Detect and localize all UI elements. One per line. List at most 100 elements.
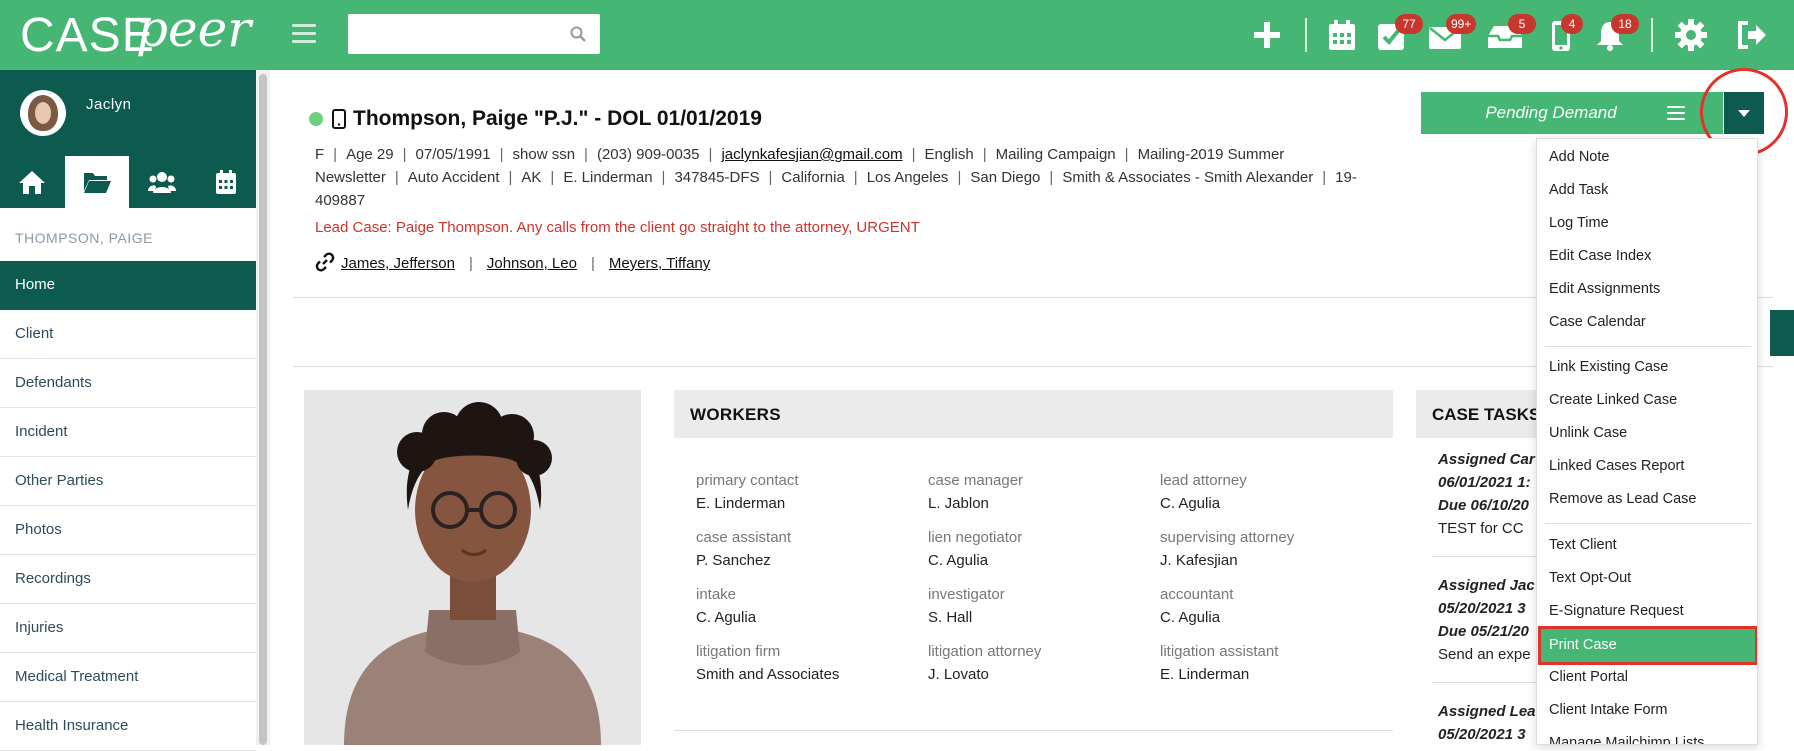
sidebar-item-health-insurance[interactable]: Health Insurance <box>0 702 256 751</box>
case-number: 347845-DFS <box>674 169 760 186</box>
avatar <box>20 90 66 136</box>
tab-home[interactable] <box>0 156 64 208</box>
task-item[interactable]: Assigned Lea 05/20/2021 3 <box>1438 700 1538 746</box>
user-name: Jaclyn <box>86 96 132 113</box>
worker-cell: accountant C. Agulia <box>1160 585 1380 628</box>
county: Los Angeles <box>866 169 949 186</box>
worker-name[interactable]: P. Sanchez <box>696 551 916 571</box>
worker-cell: case assistant P. Sanchez <box>696 528 916 571</box>
divider <box>1432 556 1540 557</box>
worker-name[interactable]: L. Jablon <box>928 494 1148 514</box>
linked-cases: James, Jefferson | Johnson, Leo | Meyers, Ti… <box>315 252 710 272</box>
worker-name[interactable]: J. Lovato <box>928 665 1148 685</box>
folder-open-icon <box>84 173 111 193</box>
worker-role: accountant <box>1160 586 1234 603</box>
tasks-nav[interactable]: 77 <box>1375 14 1423 52</box>
divider <box>1432 682 1540 683</box>
tab-calendar[interactable] <box>194 156 258 208</box>
linked-case-link[interactable]: Johnson, Leo <box>487 255 577 272</box>
menu-item-log-time[interactable]: Log Time <box>1537 207 1757 240</box>
menu-item-client-portal[interactable]: Client Portal <box>1537 661 1757 694</box>
task-date: 06/01/2021 1: <box>1438 474 1531 491</box>
sidebar-item-medical-treatment[interactable]: Medical Treatment <box>0 653 256 702</box>
search-input[interactable] <box>348 14 548 54</box>
task-assigned: Assigned Lea <box>1438 703 1536 720</box>
worker-name[interactable]: J. Kafesjian <box>1160 551 1380 571</box>
worker-name[interactable]: Smith and Associates <box>696 665 916 685</box>
phone-number[interactable]: (203) 909-0035 <box>597 146 700 163</box>
menu-item-print-case[interactable]: Print Case <box>1538 626 1757 665</box>
calendar-icon[interactable] <box>1325 18 1359 52</box>
hamburger-menu-icon[interactable] <box>292 24 316 44</box>
logo-case-text: CASE <box>20 9 155 62</box>
email-link[interactable]: jaclynkafesjian@gmail.com <box>721 146 902 163</box>
menu-item-e-signature-request[interactable]: E-Signature Request <box>1537 595 1757 628</box>
menu-item-text-client[interactable]: Text Client <box>1537 529 1757 562</box>
task-due: Due 06/10/20 <box>1438 497 1529 514</box>
menu-item-remove-as-lead-case[interactable]: Remove as Lead Case <box>1537 483 1757 516</box>
task-item[interactable]: Assigned Car 06/01/2021 1: Due 06/10/20 … <box>1438 448 1538 540</box>
search-icon[interactable] <box>570 26 586 42</box>
tab-cases[interactable] <box>65 156 129 208</box>
case-status-button[interactable]: Pending Demand <box>1421 92 1723 134</box>
client-portrait-image <box>304 390 641 745</box>
worker-cell: litigation attorney J. Lovato <box>928 642 1148 685</box>
linked-case-link[interactable]: Meyers, Tiffany <box>609 255 710 272</box>
menu-item-unlink-case[interactable]: Unlink Case <box>1537 417 1757 450</box>
notifications-nav[interactable]: 18 <box>1593 14 1639 52</box>
menu-item-link-existing-case[interactable]: Link Existing Case <box>1537 351 1757 384</box>
worker-name[interactable]: C. Agulia <box>1160 494 1380 514</box>
sidebar-item-defendants[interactable]: Defendants <box>0 359 256 408</box>
plus-icon[interactable] <box>1250 18 1284 52</box>
age: Age 29 <box>346 146 394 163</box>
menu-item-add-task[interactable]: Add Task <box>1537 174 1757 207</box>
logout-icon[interactable] <box>1734 18 1768 52</box>
sidebar-item-incident[interactable]: Incident <box>0 408 256 457</box>
user-profile[interactable]: Jaclyn <box>0 70 256 156</box>
inbox-nav[interactable]: 5 <box>1486 14 1536 52</box>
mail-nav[interactable]: 99+ <box>1428 14 1477 52</box>
task-due: Due 05/21/20 <box>1438 623 1529 640</box>
task-date: 05/20/2021 3 <box>1438 726 1526 743</box>
worker-name[interactable]: C. Agulia <box>928 551 1148 571</box>
worker-name[interactable]: C. Agulia <box>1160 608 1380 628</box>
tab-contacts[interactable] <box>130 156 194 208</box>
sidebar-item-photos[interactable]: Photos <box>0 506 256 555</box>
worker-name[interactable]: C. Agulia <box>696 608 916 628</box>
sidebar-item-injuries[interactable]: Injuries <box>0 604 256 653</box>
menu-item-edit-assignments[interactable]: Edit Assignments <box>1537 273 1757 306</box>
menu-item-linked-cases-report[interactable]: Linked Cases Report <box>1537 450 1757 483</box>
menu-item-add-note[interactable]: Add Note <box>1537 141 1757 174</box>
menu-item-client-intake-form[interactable]: Client Intake Form <box>1537 694 1757 727</box>
worker-name[interactable]: E. Linderman <box>1160 665 1380 685</box>
task-item[interactable]: Assigned Jac 05/20/2021 3 Due 05/21/20 S… <box>1438 574 1538 666</box>
sidebar-item-other-parties[interactable]: Other Parties <box>0 457 256 506</box>
menu-divider <box>1545 523 1751 524</box>
link-icon <box>315 252 335 272</box>
worker-role: litigation attorney <box>928 643 1042 660</box>
linked-case-link[interactable]: James, Jefferson <box>341 255 455 272</box>
firm: Smith & Associates - Smith Alexander <box>1062 169 1314 186</box>
inbox-badge: 5 <box>1508 14 1536 34</box>
menu-item-edit-case-index[interactable]: Edit Case Index <box>1537 240 1757 273</box>
menu-item-create-linked-case[interactable]: Create Linked Case <box>1537 384 1757 417</box>
show-ssn-link[interactable]: show ssn <box>513 146 576 163</box>
side-panel-tab[interactable] <box>1770 310 1794 356</box>
sidebar-item-client[interactable]: Client <box>0 310 256 359</box>
sidebar-item-recordings[interactable]: Recordings <box>0 555 256 604</box>
worker-name[interactable]: E. Linderman <box>696 494 916 514</box>
menu-item-case-calendar[interactable]: Case Calendar <box>1537 306 1757 339</box>
state: California <box>781 169 845 186</box>
case-status-label: Pending Demand <box>1485 103 1617 122</box>
menu-item-manage-mailchimp-lists[interactable]: Manage Mailchimp Lists <box>1537 727 1757 744</box>
menu-item-text-opt-out[interactable]: Text Opt-Out <box>1537 562 1757 595</box>
gear-icon[interactable] <box>1674 18 1708 52</box>
worker-cell: intake C. Agulia <box>696 585 916 628</box>
sidebar-scrollbar-thumb[interactable] <box>259 74 267 745</box>
assigned-worker: E. Linderman <box>563 169 653 186</box>
worker-cell: supervising attorney J. Kafesjian <box>1160 528 1380 571</box>
worker-name[interactable]: S. Hall <box>928 608 1148 628</box>
worker-role: case manager <box>928 472 1024 489</box>
sms-nav[interactable]: 4 <box>1545 14 1583 52</box>
sidebar-item-home[interactable]: Home <box>0 261 256 310</box>
